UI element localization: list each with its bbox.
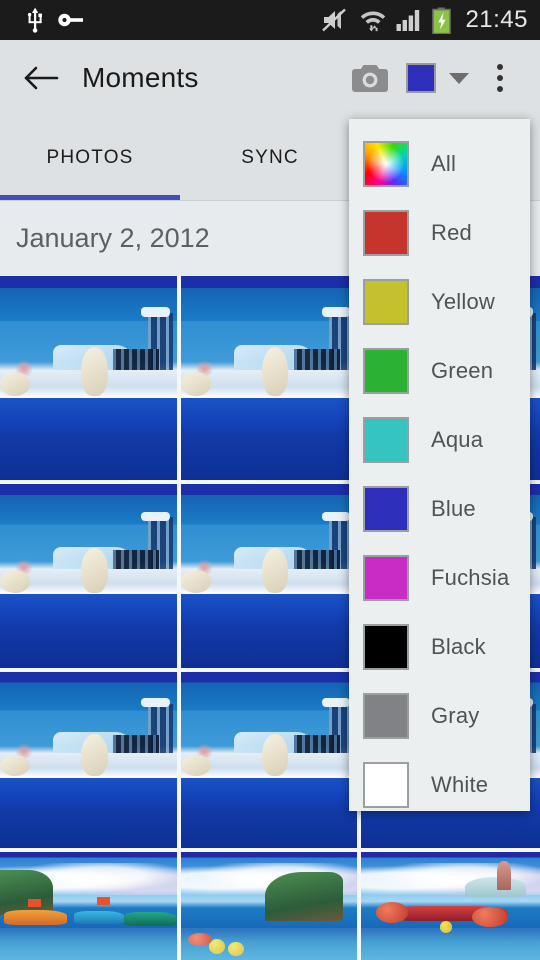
tab-photos-label: PHOTOS bbox=[46, 146, 134, 168]
color-option-label: Black bbox=[431, 633, 486, 659]
camera-button[interactable] bbox=[344, 53, 396, 103]
color-option-all[interactable]: All bbox=[349, 129, 530, 198]
photo-thumbnail[interactable] bbox=[0, 484, 177, 668]
photo-scene bbox=[0, 852, 177, 960]
photo-thumbnail[interactable] bbox=[0, 276, 177, 480]
color-option-red[interactable]: Red bbox=[349, 198, 530, 267]
cellular-signal-icon bbox=[396, 10, 420, 31]
photo-scene bbox=[0, 672, 177, 848]
fuchsia-swatch bbox=[363, 554, 409, 601]
arrow-back-icon bbox=[24, 66, 59, 89]
page-title: Moments bbox=[82, 61, 199, 93]
action-bar-actions bbox=[344, 53, 522, 103]
color-option-label: Red bbox=[431, 219, 472, 245]
photo-grid-row bbox=[0, 852, 540, 960]
color-option-black[interactable]: Black bbox=[349, 612, 530, 681]
volume-mute-icon bbox=[322, 8, 347, 32]
white-swatch bbox=[363, 761, 409, 808]
photo-scene bbox=[180, 276, 358, 480]
tab-sync-label: SYNC bbox=[241, 146, 299, 168]
color-option-label: Fuchsia bbox=[431, 564, 510, 590]
color-option-white[interactable]: White bbox=[349, 750, 530, 811]
color-option-label: White bbox=[431, 771, 489, 797]
photo-scene bbox=[180, 672, 358, 848]
color-option-fuchsia[interactable]: Fuchsia bbox=[349, 543, 530, 612]
blue-swatch bbox=[363, 485, 409, 532]
overflow-dot bbox=[497, 85, 503, 92]
color-option-green[interactable]: Green bbox=[349, 336, 530, 405]
photo-thumbnail[interactable] bbox=[180, 672, 358, 848]
photo-thumbnail[interactable] bbox=[180, 484, 358, 668]
color-option-aqua[interactable]: Aqua bbox=[349, 405, 530, 474]
vpn-key-icon bbox=[58, 13, 83, 27]
aqua-swatch bbox=[363, 416, 409, 463]
status-bar-left-icons bbox=[26, 7, 84, 33]
red-swatch bbox=[363, 209, 409, 256]
color-option-label: Blue bbox=[431, 495, 476, 521]
date-section-label: January 2, 2012 bbox=[16, 223, 210, 253]
status-bar-clock: 21:45 bbox=[465, 6, 528, 33]
tab-photos[interactable]: PHOTOS bbox=[0, 115, 180, 200]
status-bar-right-icons: 21:45 bbox=[322, 6, 528, 34]
tab-sync[interactable]: SYNC bbox=[180, 115, 360, 200]
color-option-gray[interactable]: Gray bbox=[349, 681, 530, 750]
wifi-icon bbox=[361, 11, 386, 32]
photo-scene bbox=[0, 484, 177, 668]
photo-thumbnail[interactable] bbox=[0, 852, 177, 960]
photo-thumbnail[interactable] bbox=[180, 276, 358, 480]
color-option-label: Gray bbox=[431, 702, 480, 728]
color-option-label: Green bbox=[431, 357, 494, 383]
color-option-label: Aqua bbox=[431, 426, 484, 452]
green-swatch bbox=[363, 347, 409, 394]
usb-icon bbox=[27, 7, 42, 33]
current-color-swatch bbox=[406, 62, 436, 93]
photo-thumbnail[interactable] bbox=[361, 852, 540, 960]
color-option-label: Yellow bbox=[431, 288, 495, 314]
chevron-down-icon bbox=[449, 72, 469, 84]
overflow-menu-button[interactable] bbox=[478, 53, 522, 103]
overflow-dot bbox=[497, 74, 503, 81]
photo-thumbnail[interactable] bbox=[0, 672, 177, 848]
battery-charging-icon bbox=[432, 7, 452, 34]
camera-icon bbox=[352, 64, 388, 92]
photo-scene bbox=[0, 276, 177, 480]
overflow-dot bbox=[497, 63, 503, 70]
gray-swatch bbox=[363, 692, 409, 739]
photo-thumbnail[interactable] bbox=[180, 852, 358, 960]
yellow-swatch bbox=[363, 278, 409, 325]
photo-scene bbox=[361, 852, 540, 960]
status-bar[interactable]: 21:45 bbox=[0, 0, 540, 40]
color-option-yellow[interactable]: Yellow bbox=[349, 267, 530, 336]
color-wheel-swatch bbox=[363, 140, 409, 187]
color-filter-button[interactable] bbox=[396, 62, 474, 93]
color-option-blue[interactable]: Blue bbox=[349, 474, 530, 543]
action-bar: Moments bbox=[0, 40, 540, 115]
color-option-label: All bbox=[431, 150, 457, 176]
photo-scene bbox=[180, 852, 358, 960]
color-filter-dropdown[interactable]: All Red Yellow Green Aqua Blue Fuchsia Black Gra… bbox=[349, 119, 530, 811]
photo-scene bbox=[180, 484, 358, 668]
back-button[interactable] bbox=[18, 55, 64, 101]
black-swatch bbox=[363, 623, 409, 670]
